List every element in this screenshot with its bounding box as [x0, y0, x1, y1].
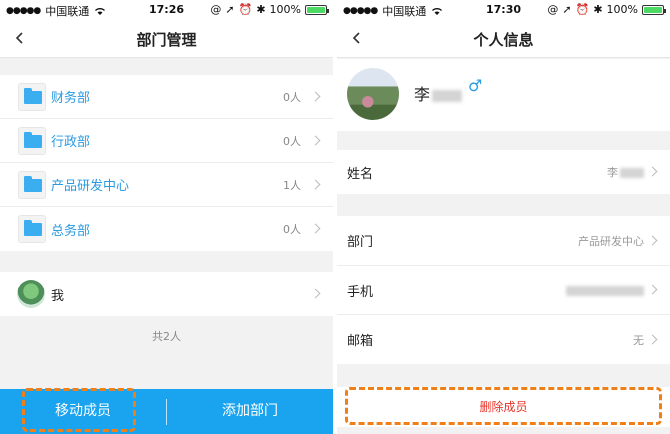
battery-percent: 100% [269, 3, 301, 16]
email-value: 无 [633, 333, 644, 347]
highlight-box [345, 387, 662, 425]
member-row-me[interactable]: 我 [0, 272, 333, 316]
member-name: 我 [51, 288, 65, 304]
department-row[interactable]: 财务部 0人 [0, 75, 333, 119]
department-name: 行政部 [51, 135, 91, 150]
page-title: 个人信息 [473, 31, 534, 49]
status-bar: ●●●●● 中国联通 17:30 @ ➚ ⏰ ✱ 100% [337, 0, 670, 18]
folder-icon [18, 170, 46, 199]
department-row[interactable]: 总务部 0人 [0, 207, 333, 251]
profile-name: 李 [414, 81, 463, 105]
department-list: 财务部 0人 行政部 0人 产品研发中心 1人 总务部 0人 [0, 75, 333, 251]
chevron-right-icon [647, 235, 658, 245]
avatar [17, 280, 45, 308]
location-icon: ➚ [562, 3, 572, 16]
status-bar: ●●●●● 中国联通 17:26 @ ➚ ⏰ ✱ 100% [0, 0, 333, 18]
chevron-right-icon [647, 284, 658, 295]
highlight-box [22, 388, 136, 432]
personal-info-screen: ●●●●● 中国联通 17:30 @ ➚ ⏰ ✱ 100% 个人信息 李 ♂ 姓… [337, 0, 670, 434]
member-total: 共2人 [152, 330, 181, 343]
battery-percent: 100% [606, 3, 638, 16]
department-count: 1人 [283, 178, 301, 192]
field-label: 手机 [347, 284, 374, 300]
folder-icon [18, 126, 46, 155]
alarm-icon: ⏰ [575, 3, 590, 16]
redacted-name [620, 168, 644, 178]
chevron-right-icon [647, 334, 658, 344]
bluetooth-icon: ✱ [256, 3, 266, 16]
name-value: 李 [607, 164, 644, 180]
department-row[interactable]: 产品研发中心 1人 [0, 163, 333, 207]
department-row[interactable]: 部门 产品研发中心 [337, 216, 670, 266]
male-icon: ♂ [468, 76, 483, 95]
info-section: 部门 产品研发中心 手机 邮箱 无 [337, 216, 670, 364]
department-row[interactable]: 行政部 0人 [0, 119, 333, 163]
department-name: 总务部 [51, 223, 91, 239]
battery-icon [642, 4, 666, 15]
department-count: 0人 [283, 223, 301, 236]
department-name: 产品研发中心 [51, 179, 130, 194]
nav-bar: 部门管理 [0, 18, 333, 58]
name-row[interactable]: 姓名 李 [337, 150, 670, 194]
location-icon: ➚ [225, 3, 235, 16]
profile-header: 李 ♂ [337, 59, 670, 131]
department-value: 产品研发中心 [578, 234, 644, 248]
field-label: 姓名 [347, 166, 374, 182]
page-title: 部门管理 [136, 31, 197, 49]
chevron-right-icon [310, 288, 321, 299]
name-section: 姓名 李 [337, 150, 670, 194]
battery-icon [305, 4, 329, 15]
chevron-right-icon [310, 91, 321, 101]
chevron-right-icon [647, 166, 658, 177]
bluetooth-icon: ✱ [593, 3, 603, 16]
chevron-right-icon [310, 135, 321, 145]
department-count: 0人 [283, 90, 301, 104]
department-management-screen: ●●●●● 中国联通 17:26 @ ➚ ⏰ ✱ 100% 部门管理 财务部 0… [0, 0, 333, 434]
department-count: 0人 [283, 134, 301, 148]
nav-bar: 个人信息 [337, 18, 670, 58]
redacted-phone [566, 285, 644, 296]
folder-icon [18, 82, 46, 111]
phone-value [566, 284, 644, 297]
add-department-button[interactable]: 添加部门 [167, 389, 333, 434]
redacted-name [432, 89, 463, 102]
avatar[interactable] [347, 68, 399, 120]
orientation-lock-icon: @ [210, 3, 222, 16]
field-label: 邮箱 [347, 334, 374, 349]
chevron-right-icon [310, 223, 321, 234]
orientation-lock-icon: @ [547, 3, 559, 16]
chevron-right-icon [310, 179, 321, 189]
folder-icon [18, 215, 46, 243]
alarm-icon: ⏰ [238, 3, 253, 16]
department-name: 财务部 [51, 91, 91, 106]
phone-row[interactable]: 手机 [337, 266, 670, 315]
field-label: 部门 [347, 235, 374, 250]
email-row[interactable]: 邮箱 无 [337, 315, 670, 364]
member-list: 我 [0, 272, 333, 316]
